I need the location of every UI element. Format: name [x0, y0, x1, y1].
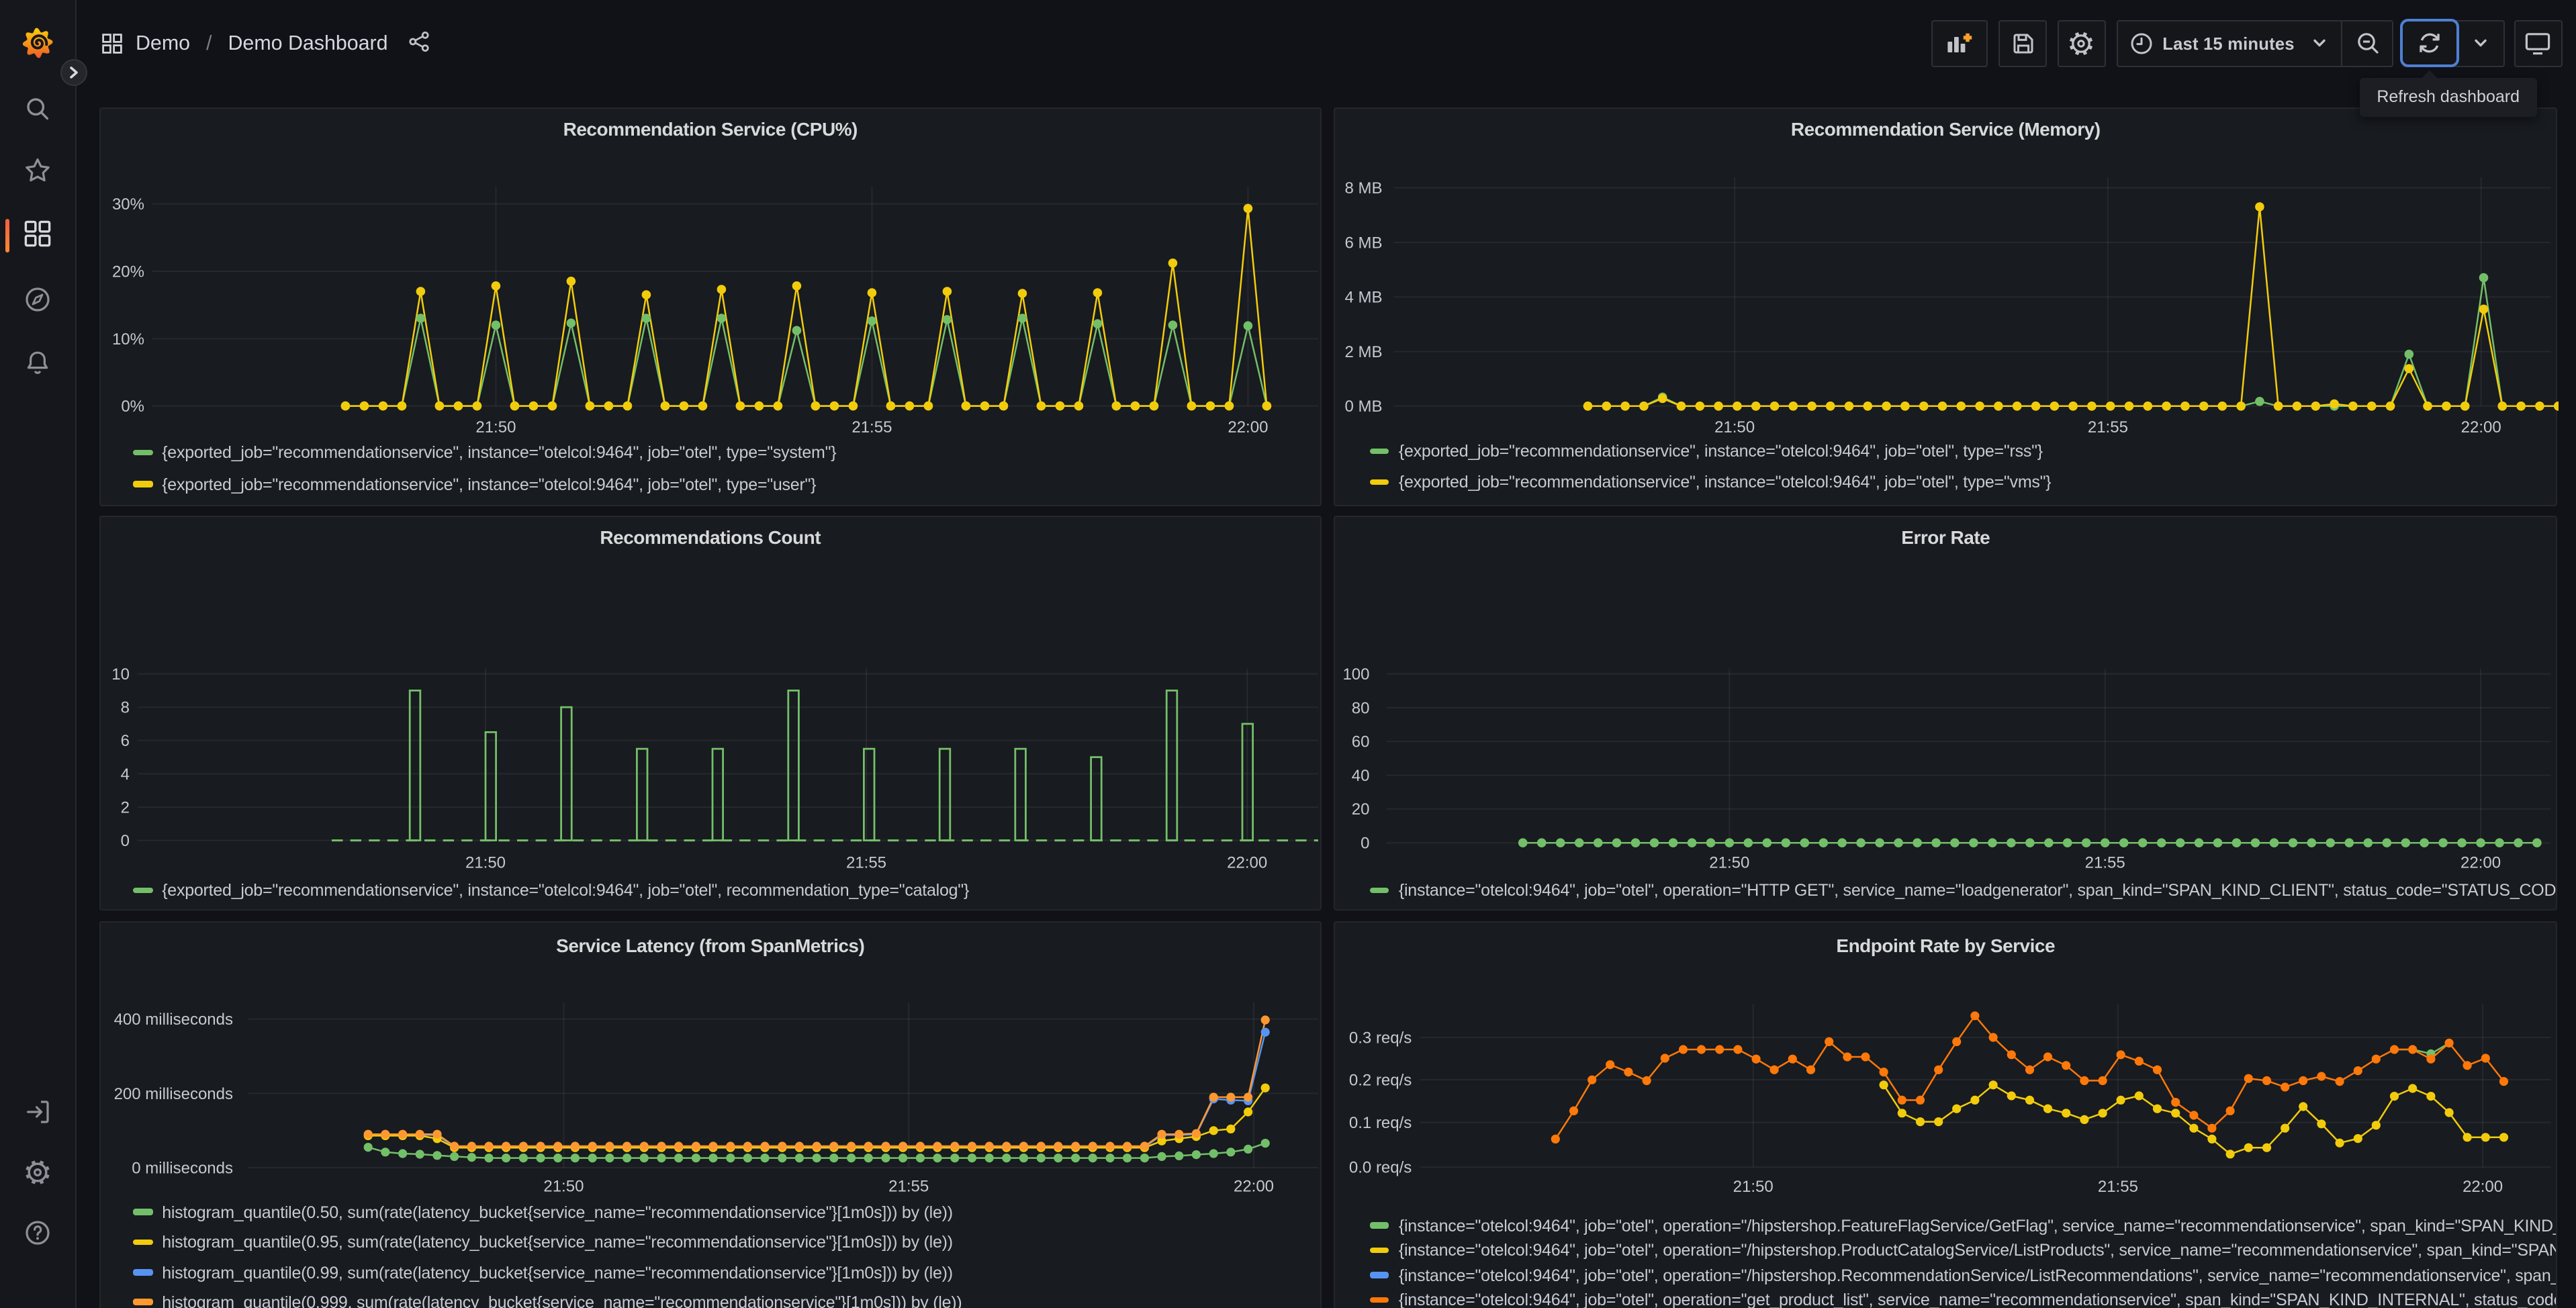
svg-text:100: 100 — [1343, 665, 1370, 684]
svg-text:4: 4 — [120, 765, 129, 784]
svg-text:0 MB: 0 MB — [1345, 398, 1383, 416]
svg-text:21:50: 21:50 — [465, 854, 505, 872]
svg-text:22:00: 22:00 — [2461, 418, 2501, 436]
svg-text:30%: 30% — [111, 195, 144, 214]
svg-text:6 MB: 6 MB — [1345, 234, 1383, 252]
svg-text:4 MB: 4 MB — [1345, 289, 1383, 307]
svg-text:0 milliseconds: 0 milliseconds — [131, 1158, 232, 1176]
svg-text:80: 80 — [1352, 700, 1370, 718]
svg-text:22:00: 22:00 — [1226, 854, 1267, 872]
svg-text:6: 6 — [120, 733, 129, 751]
svg-text:21:50: 21:50 — [543, 1177, 583, 1195]
svg-text:22:00: 22:00 — [2463, 1177, 2503, 1195]
svg-text:20: 20 — [1352, 801, 1370, 819]
svg-text:10%: 10% — [111, 330, 144, 348]
svg-text:21:55: 21:55 — [851, 418, 891, 436]
svg-text:60: 60 — [1352, 733, 1370, 751]
svg-text:21:50: 21:50 — [1715, 418, 1755, 436]
svg-text:22:00: 22:00 — [1233, 1177, 1273, 1195]
svg-text:20%: 20% — [111, 263, 144, 281]
svg-text:21:55: 21:55 — [845, 854, 886, 872]
svg-text:21:55: 21:55 — [888, 1177, 928, 1195]
svg-text:21:55: 21:55 — [2085, 854, 2125, 872]
svg-text:200 milliseconds: 200 milliseconds — [113, 1084, 232, 1103]
svg-text:40: 40 — [1352, 767, 1370, 785]
svg-text:0.0 req/s: 0.0 req/s — [1349, 1158, 1412, 1176]
svg-text:2 MB: 2 MB — [1345, 343, 1383, 361]
svg-text:0.3 req/s: 0.3 req/s — [1349, 1028, 1412, 1046]
svg-text:0%: 0% — [120, 398, 144, 416]
svg-text:0.1 req/s: 0.1 req/s — [1349, 1113, 1412, 1131]
svg-text:10: 10 — [111, 665, 129, 684]
svg-text:8 MB: 8 MB — [1345, 179, 1383, 197]
svg-text:21:50: 21:50 — [1733, 1177, 1774, 1195]
svg-text:22:00: 22:00 — [2461, 854, 2501, 872]
svg-text:2: 2 — [120, 799, 129, 817]
svg-text:0.2 req/s: 0.2 req/s — [1349, 1070, 1412, 1088]
svg-text:21:55: 21:55 — [2088, 418, 2128, 436]
svg-text:8: 8 — [120, 699, 129, 717]
svg-text:21:50: 21:50 — [1710, 854, 1750, 872]
svg-text:0: 0 — [120, 832, 129, 850]
svg-text:21:55: 21:55 — [2098, 1177, 2138, 1195]
svg-text:22:00: 22:00 — [1227, 418, 1267, 436]
svg-text:0: 0 — [1361, 835, 1370, 853]
svg-text:21:50: 21:50 — [475, 418, 515, 436]
svg-text:400 milliseconds: 400 milliseconds — [113, 1010, 232, 1028]
